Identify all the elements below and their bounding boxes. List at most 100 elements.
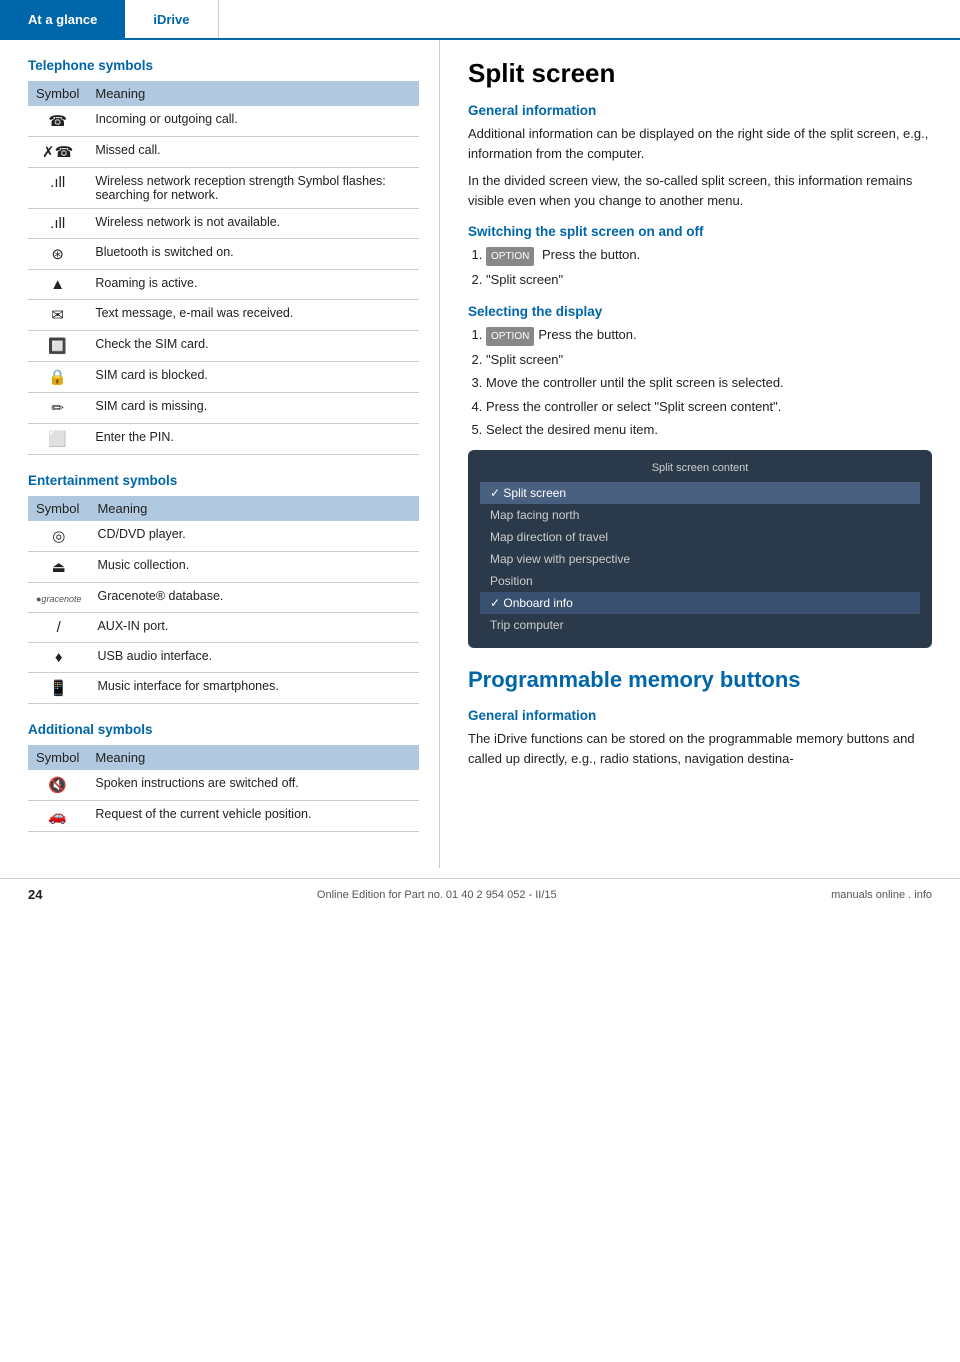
general-info-para1: Additional information can be displayed … (468, 124, 932, 163)
symbol-cell: ✗☎ (28, 137, 87, 168)
main-content: Telephone symbols Symbol Meaning ☎Incomi… (0, 40, 960, 868)
menu-item: Map facing north (480, 504, 920, 526)
header: At a glance iDrive (0, 0, 960, 40)
selecting-title: Selecting the display (468, 304, 932, 319)
entertainment-col-symbol: Symbol (28, 496, 89, 521)
right-column: Split screen General information Additio… (440, 40, 960, 868)
left-column: Telephone symbols Symbol Meaning ☎Incomi… (0, 40, 440, 868)
selecting-step-1: OPTIONPress the button. (486, 325, 932, 346)
meaning-cell: Incoming or outgoing call. (87, 106, 419, 137)
table-row: 📱Music interface for smartphones. (28, 673, 419, 704)
meaning-cell: Music interface for smartphones. (89, 673, 419, 704)
symbol-cell: ●gracenote (28, 583, 89, 613)
screen-mockup: Split screen content ✓ Split screenMap f… (468, 450, 932, 648)
selecting-steps: OPTIONPress the button. "Split screen" Mov… (486, 325, 932, 440)
general-info-title: General information (468, 103, 932, 118)
table-row: .ıllWireless network reception strength … (28, 168, 419, 209)
symbol-cell: 🔲 (28, 331, 87, 362)
table-row: .ıllWireless network is not available. (28, 209, 419, 239)
table-row: ◎CD/DVD player. (28, 521, 419, 552)
meaning-cell: CD/DVD player. (89, 521, 419, 552)
symbol-cell: ▲ (28, 270, 87, 300)
meaning-cell: Check the SIM card. (87, 331, 419, 362)
footer: 24 Online Edition for Part no. 01 40 2 9… (0, 878, 960, 910)
tab-at-a-glance[interactable]: At a glance (0, 0, 125, 38)
table-row: ⊛Bluetooth is switched on. (28, 239, 419, 270)
telephone-section-title: Telephone symbols (28, 58, 419, 73)
meaning-cell: Wireless network is not available. (87, 209, 419, 239)
symbol-cell: 🔒 (28, 362, 87, 393)
menu-item: ✓ Onboard info (480, 592, 920, 614)
symbol-cell: .ıll (28, 209, 87, 239)
meaning-cell: Text message, e-mail was received. (87, 300, 419, 331)
table-row: ⏏Music collection. (28, 552, 419, 583)
symbol-cell: / (28, 613, 89, 643)
symbol-cell: ✏ (28, 393, 87, 424)
meaning-cell: USB audio interface. (89, 643, 419, 673)
symbol-cell: .ıll (28, 168, 87, 209)
menu-item: Trip computer (480, 614, 920, 636)
selecting-step-3: Move the controller until the split scre… (486, 373, 932, 393)
meaning-cell: Enter the PIN. (87, 424, 419, 455)
selecting-step-2: "Split screen" (486, 350, 932, 370)
meaning-cell: Gracenote® database. (89, 583, 419, 613)
tab-idrive[interactable]: iDrive (125, 0, 218, 38)
table-row: 🔇Spoken instructions are switched off. (28, 770, 419, 801)
table-row: ●gracenoteGracenote® database. (28, 583, 419, 613)
programmable-general-info-text: The iDrive functions can be stored on th… (468, 729, 932, 768)
table-row: 🔒SIM card is blocked. (28, 362, 419, 393)
symbol-cell: ⬜ (28, 424, 87, 455)
additional-col-symbol: Symbol (28, 745, 87, 770)
meaning-cell: SIM card is blocked. (87, 362, 419, 393)
meaning-cell: Roaming is active. (87, 270, 419, 300)
telephone-table: Symbol Meaning ☎Incoming or outgoing cal… (28, 81, 419, 455)
option-button-icon2: OPTION (486, 327, 534, 346)
meaning-cell: Bluetooth is switched on. (87, 239, 419, 270)
meaning-cell: Wireless network reception strength Symb… (87, 168, 419, 209)
telephone-col-meaning: Meaning (87, 81, 419, 106)
table-row: ✏SIM card is missing. (28, 393, 419, 424)
table-row: ⬜Enter the PIN. (28, 424, 419, 455)
telephone-col-symbol: Symbol (28, 81, 87, 106)
programmable-general-info-title: General information (468, 708, 932, 723)
general-info-para2: In the divided screen view, the so-calle… (468, 171, 932, 210)
entertainment-col-meaning: Meaning (89, 496, 419, 521)
screen-mockup-title: Split screen content (480, 462, 920, 474)
additional-table: Symbol Meaning 🔇Spoken instructions are … (28, 745, 419, 832)
table-row: ✉Text message, e-mail was received. (28, 300, 419, 331)
symbol-cell: ⏏ (28, 552, 89, 583)
symbol-cell: 🚗 (28, 801, 87, 832)
table-row: 🚗Request of the current vehicle position… (28, 801, 419, 832)
selecting-step-4: Press the controller or select "Split sc… (486, 397, 932, 417)
switching-step-1: OPTION Press the button. (486, 245, 932, 266)
symbol-cell: ◎ (28, 521, 89, 552)
table-row: ▲Roaming is active. (28, 270, 419, 300)
symbol-cell: ⊛ (28, 239, 87, 270)
menu-item: Position (480, 570, 920, 592)
table-row: ✗☎Missed call. (28, 137, 419, 168)
additional-section-title: Additional symbols (28, 722, 419, 737)
meaning-cell: Request of the current vehicle position. (87, 801, 419, 832)
meaning-cell: Music collection. (89, 552, 419, 583)
menu-item: Map view with perspective (480, 548, 920, 570)
footer-brand: manuals online . info (831, 889, 932, 901)
switching-steps: OPTION Press the button. "Split screen" (486, 245, 932, 290)
meaning-cell: Spoken instructions are switched off. (87, 770, 419, 801)
entertainment-section-title: Entertainment symbols (28, 473, 419, 488)
meaning-cell: Missed call. (87, 137, 419, 168)
meaning-cell: SIM card is missing. (87, 393, 419, 424)
selecting-step-5: Select the desired menu item. (486, 420, 932, 440)
symbol-cell: ♦ (28, 643, 89, 673)
table-row: 🔲Check the SIM card. (28, 331, 419, 362)
footer-credit: Online Edition for Part no. 01 40 2 954 … (317, 889, 557, 901)
programmable-heading: Programmable memory buttons (468, 666, 932, 695)
entertainment-table: Symbol Meaning ◎CD/DVD player.⏏Music col… (28, 496, 419, 704)
switching-step-2: "Split screen" (486, 270, 932, 290)
option-button-icon: OPTION (486, 247, 534, 266)
additional-col-meaning: Meaning (87, 745, 419, 770)
symbol-cell: ✉ (28, 300, 87, 331)
menu-item: Map direction of travel (480, 526, 920, 548)
meaning-cell: AUX-IN port. (89, 613, 419, 643)
split-screen-heading: Split screen (468, 58, 932, 89)
menu-item: ✓ Split screen (480, 482, 920, 504)
